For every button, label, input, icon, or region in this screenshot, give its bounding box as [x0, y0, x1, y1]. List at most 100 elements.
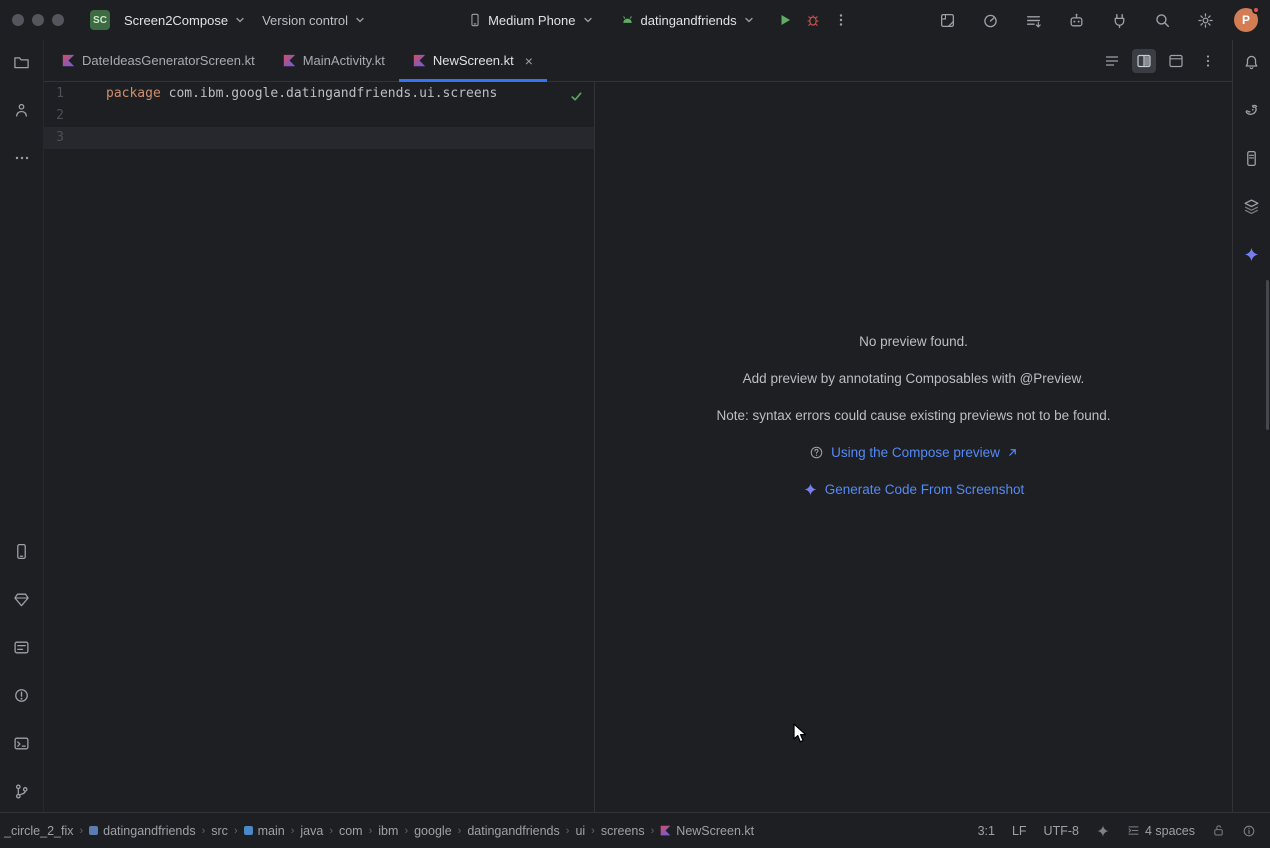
notifications-button[interactable] [1240, 50, 1264, 74]
breadcrumb-item[interactable]: ibm [378, 824, 398, 838]
more-actions-button[interactable] [827, 6, 855, 34]
question-circle-icon [809, 445, 824, 460]
chevron-down-icon [743, 14, 755, 26]
indent-label: 4 spaces [1145, 824, 1195, 838]
compose-preview-panel: No preview found. Add preview by annotat… [595, 82, 1232, 812]
breadcrumb-item-file[interactable]: NewScreen.kt [660, 824, 754, 838]
inspections-widget[interactable] [569, 89, 584, 104]
minimize-window-button[interactable] [32, 14, 44, 26]
run-button[interactable] [771, 6, 799, 34]
tab-newscreen[interactable]: NewScreen.kt × [399, 40, 547, 81]
breadcrumb-item[interactable]: google [414, 824, 452, 838]
ai-status-widget[interactable] [1096, 824, 1110, 838]
search-icon [1154, 12, 1171, 29]
version-control-tool-button[interactable] [10, 779, 34, 803]
breadcrumb-item[interactable]: datingandfriends [89, 824, 195, 838]
profiler-button[interactable] [976, 6, 1004, 34]
logcat-button[interactable] [1019, 6, 1047, 34]
zoom-window-button[interactable] [52, 14, 64, 26]
breadcrumb-label: NewScreen.kt [676, 824, 754, 838]
design-view-toggle[interactable] [1164, 49, 1188, 73]
phone-icon [468, 13, 482, 27]
code-view-icon [1104, 53, 1120, 69]
vcs-label: Version control [262, 13, 348, 28]
breadcrumb-item[interactable]: datingandfriends [467, 824, 559, 838]
scrollbar-thumb[interactable] [1266, 280, 1269, 430]
device-selector[interactable]: Medium Phone [460, 8, 601, 33]
breadcrumb-label: ibm [378, 824, 398, 838]
breadcrumb-separator: › [369, 825, 373, 837]
debug-button[interactable] [799, 6, 827, 34]
running-devices-tool-button[interactable] [10, 539, 34, 563]
status-info-widget[interactable] [1242, 824, 1256, 838]
tab-label: DateIdeasGeneratorScreen.kt [82, 53, 255, 68]
vcs-selector[interactable]: Version control [254, 8, 374, 33]
layout-inspector-button[interactable] [933, 6, 961, 34]
window-controls [12, 14, 64, 26]
caret-position-widget[interactable]: 3:1 [978, 824, 995, 838]
breadcrumb-item[interactable]: java [300, 824, 323, 838]
search-everywhere-button[interactable] [1148, 6, 1176, 34]
folder-icon [13, 54, 30, 71]
close-tab-icon[interactable]: × [525, 54, 533, 68]
line-number[interactable]: 2 [44, 105, 64, 127]
problems-icon [13, 687, 30, 704]
breadcrumb-separator: › [591, 825, 595, 837]
chevron-down-icon [582, 14, 594, 26]
breadcrumb-item[interactable]: ui [575, 824, 585, 838]
problems-tool-button[interactable] [10, 683, 34, 707]
layout-inspector-icon [939, 12, 956, 29]
editor-options-button[interactable] [1196, 49, 1220, 73]
compose-preview-help-link[interactable]: Using the Compose preview [809, 445, 1018, 460]
device-explorer-icon [1243, 150, 1260, 167]
left-tool-stripe [0, 40, 44, 812]
split-view-toggle[interactable] [1132, 49, 1156, 73]
project-tool-button[interactable] [10, 50, 34, 74]
more-tool-windows-button[interactable] [10, 146, 34, 170]
tab-dateideasgeneratorscreen[interactable]: DateIdeasGeneratorScreen.kt [48, 40, 269, 81]
code-editor[interactable]: 1 package com.ibm.google.datingandfriend… [44, 82, 595, 812]
encoding-widget[interactable]: UTF-8 [1044, 824, 1079, 838]
indent-widget[interactable]: 4 spaces [1127, 824, 1195, 838]
line-separator-widget[interactable]: LF [1012, 824, 1027, 838]
plugins-button[interactable] [1105, 6, 1133, 34]
device-manager-button[interactable] [1240, 194, 1264, 218]
breadcrumb-separator: › [202, 825, 206, 837]
external-link-icon [1007, 447, 1018, 458]
resource-manager-tool-button[interactable] [10, 587, 34, 611]
line-number[interactable]: 3 [44, 127, 64, 149]
tab-mainactivity[interactable]: MainActivity.kt [269, 40, 399, 81]
breadcrumb-item[interactable]: com [339, 824, 363, 838]
breadcrumb-item[interactable]: _circle_2_fix [4, 824, 73, 838]
kotlin-icon [660, 825, 671, 836]
logcat-tool-button[interactable] [10, 635, 34, 659]
breadcrumb-separator: › [404, 825, 408, 837]
readonly-widget[interactable] [1212, 824, 1225, 837]
bell-icon [1243, 54, 1260, 71]
close-window-button[interactable] [12, 14, 24, 26]
studio-bot-icon [1068, 12, 1085, 29]
breadcrumb-label: datingandfriends [103, 824, 195, 838]
structure-icon [13, 102, 30, 119]
terminal-tool-button[interactable] [10, 731, 34, 755]
breadcrumb-item[interactable]: src [211, 824, 228, 838]
breadcrumb-label: ui [575, 824, 585, 838]
breadcrumb-item[interactable]: screens [601, 824, 645, 838]
project-selector[interactable]: Screen2Compose [116, 8, 254, 33]
breadcrumb-item[interactable]: main [244, 824, 285, 838]
settings-button[interactable] [1191, 6, 1219, 34]
breadcrumb-separator: › [79, 825, 83, 837]
structure-tool-button[interactable] [10, 98, 34, 122]
code-view-toggle[interactable] [1100, 49, 1124, 73]
run-config-selector[interactable]: datingandfriends [612, 8, 763, 33]
ellipsis-icon [14, 150, 30, 166]
device-explorer-button[interactable] [1240, 146, 1264, 170]
gradle-tool-button[interactable] [1240, 98, 1264, 122]
unlock-icon [1212, 824, 1225, 837]
avatar[interactable]: P [1234, 8, 1258, 32]
generate-code-from-screenshot-link[interactable]: Generate Code From Screenshot [803, 482, 1025, 497]
line-number[interactable]: 1 [44, 83, 64, 105]
studio-bot-button[interactable] [1062, 6, 1090, 34]
breadcrumb-label: datingandfriends [467, 824, 559, 838]
gemini-tool-button[interactable] [1240, 242, 1264, 266]
